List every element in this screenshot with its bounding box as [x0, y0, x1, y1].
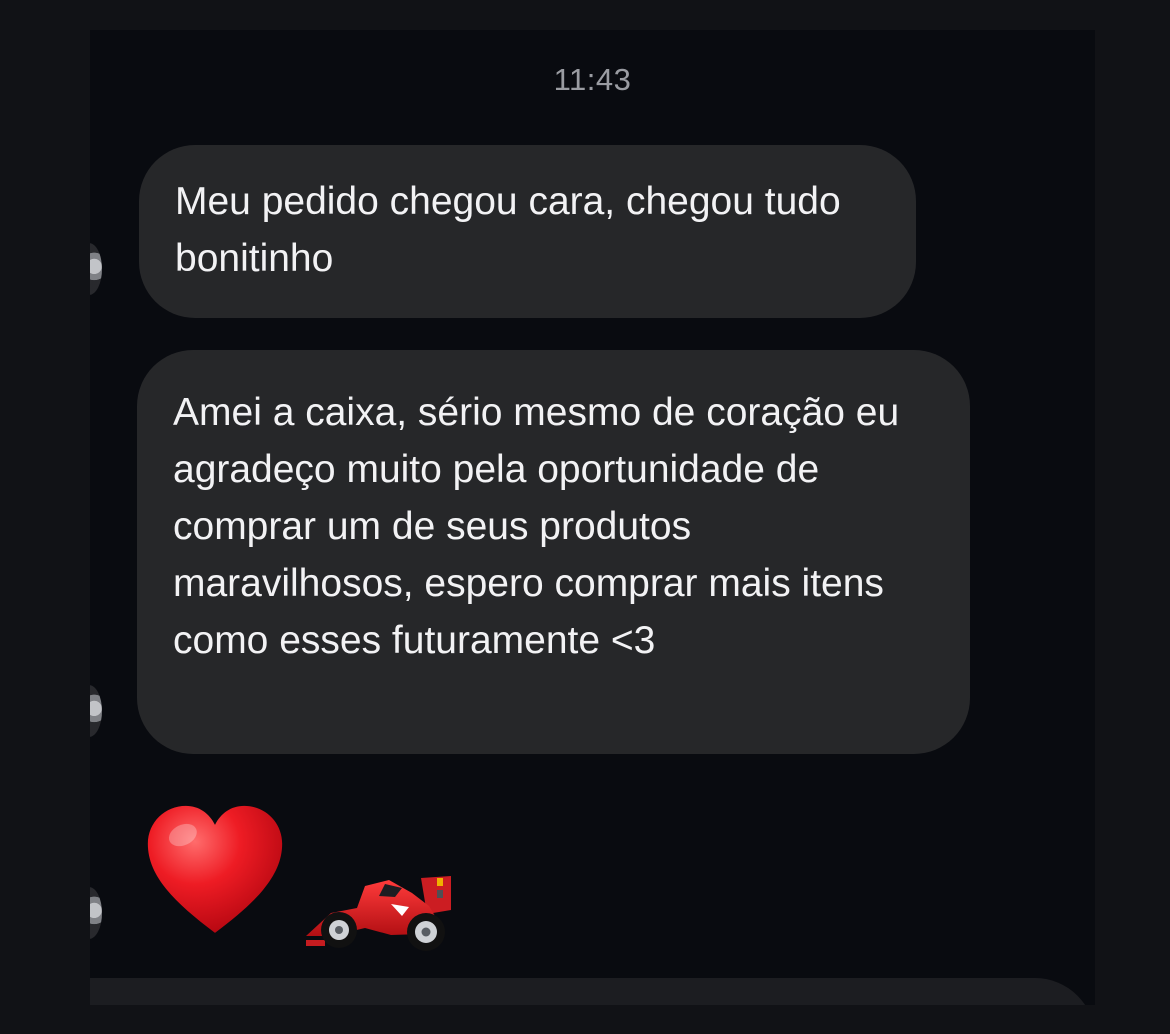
sender-avatar[interactable]	[90, 685, 102, 737]
heart-icon	[147, 805, 283, 933]
sender-avatar[interactable]	[90, 887, 102, 939]
screenshot-frame: 11:43 Meu pedido chegou cara, chegou tud…	[0, 0, 1170, 1034]
race-car-icon	[306, 876, 451, 951]
message-timestamp: 11:43	[553, 62, 632, 97]
chat-screen: 11:43 Meu pedido chegou cara, chegou tud…	[90, 30, 1095, 1005]
sender-avatar[interactable]	[90, 243, 102, 295]
message-text: Meu pedido chegou cara, chegou tudo boni…	[175, 180, 841, 280]
emoji-message[interactable]	[142, 800, 472, 960]
message-text: Amei a caixa, sério mesmo de coração eu …	[173, 391, 900, 662]
message-composer[interactable]	[90, 978, 1095, 1005]
incoming-message-bubble[interactable]: Meu pedido chegou cara, chegou tudo boni…	[139, 145, 916, 318]
incoming-message-bubble[interactable]: Amei a caixa, sério mesmo de coração eu …	[137, 350, 970, 754]
